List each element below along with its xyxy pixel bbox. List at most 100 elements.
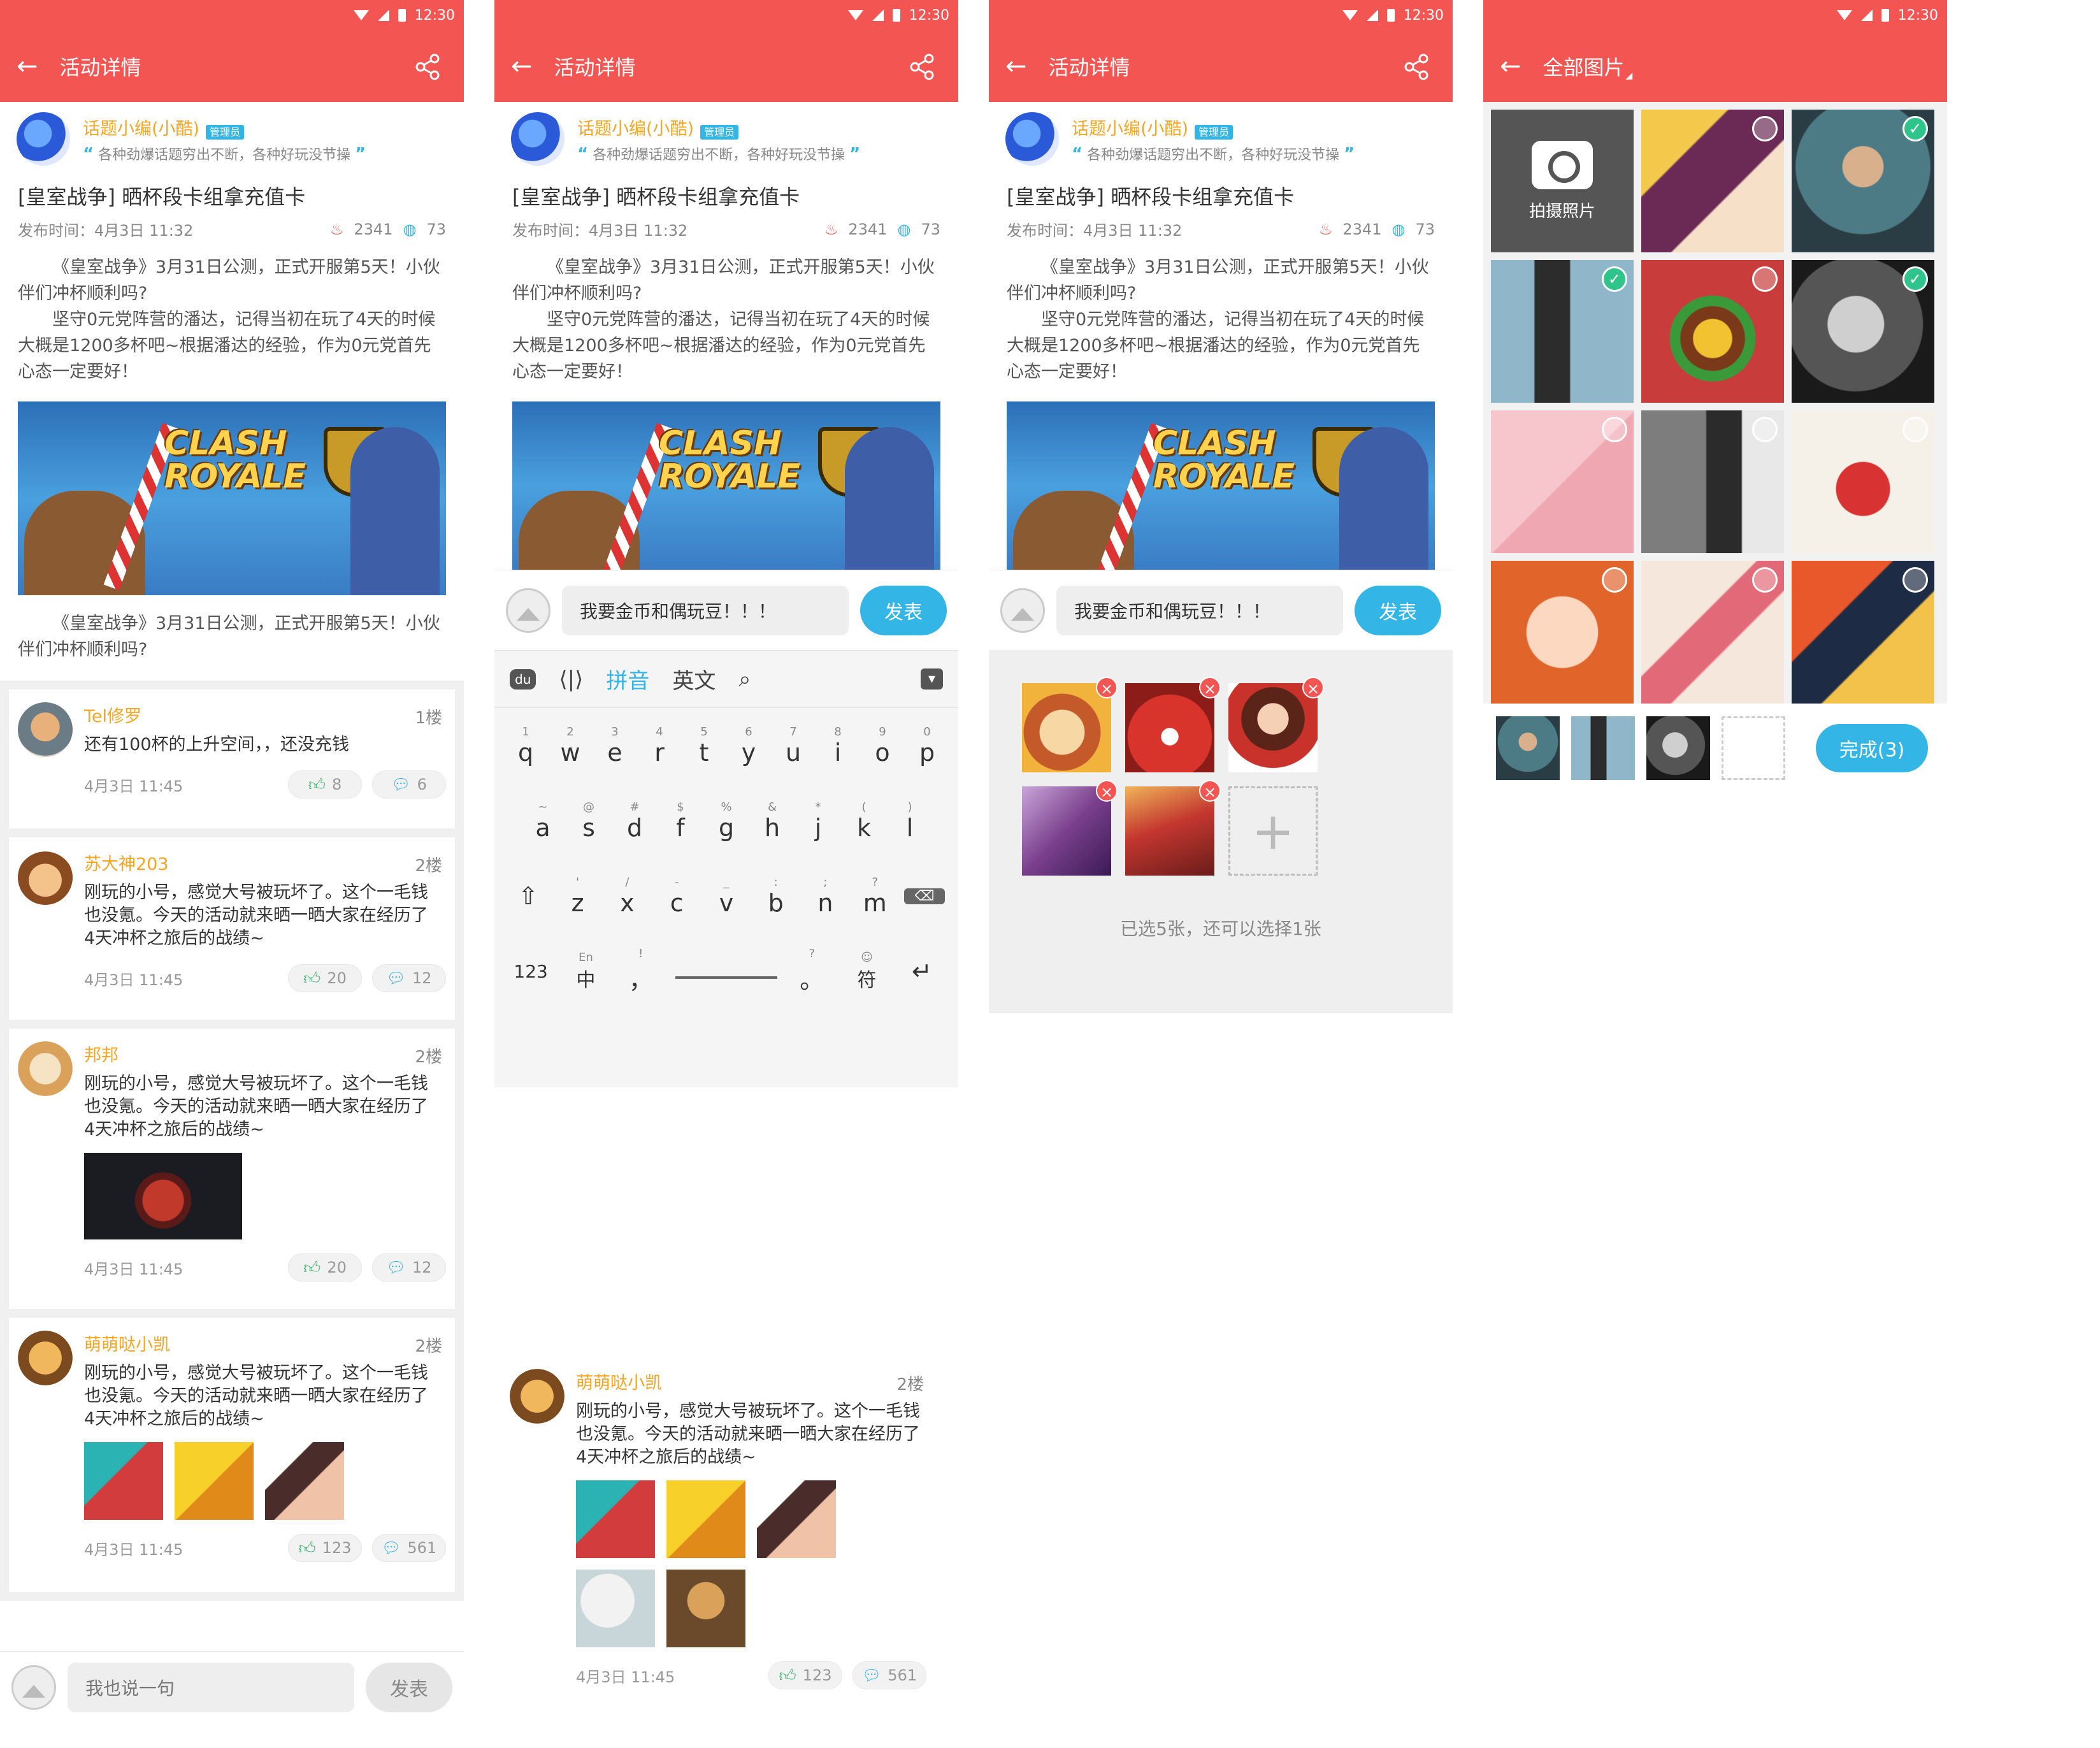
search-icon[interactable]: ⌕ — [738, 667, 751, 692]
comment-author[interactable]: 萌萌哒小凯 — [84, 1331, 446, 1355]
comment-image[interactable] — [175, 1442, 254, 1520]
select-checkbox[interactable] — [1752, 116, 1778, 141]
ime-logo-icon[interactable]: du — [510, 668, 536, 690]
insert-image-icon[interactable] — [506, 588, 550, 633]
attached-image[interactable]: × — [1228, 677, 1324, 772]
comment-image[interactable] — [757, 1480, 836, 1558]
reply-button[interactable]: 💬︎ 561 — [852, 1661, 926, 1689]
back-arrow-icon[interactable]: ← — [511, 54, 533, 79]
gallery-image[interactable]: ✓ — [1792, 260, 1934, 403]
remove-image-icon[interactable]: × — [1096, 780, 1118, 802]
reply-button[interactable]: 💬︎ 12 — [372, 964, 446, 992]
gallery-image[interactable] — [1641, 110, 1784, 252]
language-key[interactable]: En 中 — [565, 951, 606, 992]
back-arrow-icon[interactable]: ← — [1500, 54, 1521, 79]
key-s[interactable]: @ s — [568, 800, 609, 842]
author-avatar[interactable] — [511, 112, 565, 166]
key-i[interactable]: 8i — [817, 725, 858, 767]
select-checkbox-checked[interactable]: ✓ — [1902, 266, 1928, 292]
key-x[interactable]: / x — [607, 876, 647, 917]
gallery-image[interactable] — [1641, 260, 1784, 403]
key-a[interactable]: ~ a — [522, 800, 563, 842]
comment-image[interactable] — [576, 1570, 655, 1647]
tab-english[interactable]: 英文 — [672, 663, 716, 695]
gallery-image[interactable] — [1792, 410, 1934, 553]
comma-key[interactable]: !， — [621, 947, 661, 995]
key-u[interactable]: 7u — [773, 725, 814, 767]
comment-avatar[interactable] — [510, 1369, 565, 1424]
author-name[interactable]: 话题小编(小酷) — [83, 119, 199, 139]
key-z[interactable]: ' z — [557, 876, 598, 917]
like-button[interactable]: 👍︎ 8 — [288, 770, 362, 798]
enter-key[interactable]: ↵ — [902, 957, 942, 985]
like-button[interactable]: 👍︎ 123 — [288, 1534, 362, 1562]
selected-thumbnail[interactable] — [1496, 716, 1560, 780]
attached-image[interactable]: × — [1022, 677, 1118, 772]
period-key[interactable]: ?。 — [791, 947, 832, 995]
key-g[interactable]: % g — [706, 800, 747, 842]
reply-button[interactable]: 💬︎ 561 — [372, 1534, 446, 1562]
selected-thumbnail[interactable] — [1646, 716, 1710, 780]
take-photo-button[interactable]: 拍摄照片 — [1491, 110, 1634, 252]
done-button[interactable]: 完成(3) — [1816, 724, 1928, 772]
select-checkbox[interactable] — [1602, 567, 1627, 593]
key-k[interactable]: (k — [844, 800, 884, 842]
send-button[interactable]: 发表 — [366, 1662, 452, 1712]
comment-image[interactable] — [666, 1570, 745, 1647]
remove-image-icon[interactable]: × — [1302, 677, 1324, 698]
remove-image-icon[interactable]: × — [1096, 677, 1118, 698]
select-checkbox[interactable] — [1902, 417, 1928, 442]
cursor-move-icon[interactable]: ⟨|⟩ — [559, 667, 583, 692]
key-v[interactable]: _ v — [706, 876, 747, 917]
insert-image-icon[interactable] — [1000, 588, 1045, 633]
comment-avatar[interactable] — [18, 850, 73, 905]
add-image-button[interactable]: + — [1228, 786, 1318, 876]
author-avatar[interactable] — [17, 112, 70, 166]
key-c[interactable]: -c — [656, 876, 697, 917]
remove-image-icon[interactable]: × — [1199, 677, 1221, 698]
select-checkbox[interactable] — [1752, 417, 1778, 442]
post-banner-image[interactable]: CLASH ROYALE — [18, 401, 446, 595]
insert-image-icon[interactable] — [11, 1665, 56, 1710]
key-q[interactable]: 1q — [505, 725, 546, 767]
key-w[interactable]: 2w — [550, 725, 591, 767]
comment-author[interactable]: Tel修罗 — [84, 702, 446, 727]
share-icon[interactable] — [1403, 54, 1430, 80]
tab-pinyin[interactable]: 拼音 — [606, 663, 649, 695]
comment-author[interactable]: 苏大神203 — [84, 850, 446, 875]
key-o[interactable]: 9o — [862, 725, 903, 767]
symbol-key[interactable]: ☺ 符 — [847, 951, 888, 992]
album-dropdown[interactable]: 全部图片 — [1543, 52, 1625, 81]
reply-button[interactable]: 💬︎ 12 — [372, 1253, 446, 1282]
gallery-image[interactable]: ✓ — [1792, 110, 1934, 252]
key-b[interactable]: :b — [756, 876, 796, 917]
post-banner-image[interactable]: CLASH ROYALE — [512, 401, 940, 570]
key-d[interactable]: # d — [614, 800, 655, 842]
space-key[interactable] — [675, 964, 777, 979]
remove-image-icon[interactable]: × — [1199, 780, 1221, 802]
attached-image[interactable]: × — [1022, 780, 1118, 876]
share-icon[interactable] — [414, 54, 441, 80]
comment-input[interactable]: 我要金币和偶玩豆！！！ — [1056, 585, 1343, 635]
author-name[interactable]: 话题小编(小酷) — [577, 119, 694, 139]
gallery-image[interactable] — [1491, 561, 1634, 704]
gallery-image[interactable] — [1792, 561, 1934, 704]
key-h[interactable]: & h — [752, 800, 793, 842]
like-button[interactable]: 👍︎ 123 — [768, 1661, 842, 1689]
attached-image[interactable]: × — [1125, 780, 1221, 876]
key-e[interactable]: 3e — [594, 725, 635, 767]
key-t[interactable]: 5t — [684, 725, 724, 767]
shift-key[interactable]: ⇧ — [508, 882, 549, 910]
send-button[interactable]: 发表 — [1355, 585, 1441, 635]
key-r[interactable]: 4r — [639, 725, 680, 767]
number-key[interactable]: 123 — [510, 961, 551, 982]
select-checkbox[interactable] — [1602, 417, 1627, 442]
hide-keyboard-icon[interactable]: ▾ — [920, 668, 943, 690]
select-checkbox-checked[interactable]: ✓ — [1602, 266, 1627, 292]
like-button[interactable]: 👍︎ 20 — [288, 1253, 362, 1282]
comment-avatar[interactable] — [18, 1331, 73, 1385]
gallery-image[interactable] — [1641, 561, 1784, 704]
key-f[interactable]: $ f — [660, 800, 701, 842]
comment-image[interactable] — [666, 1480, 745, 1558]
back-arrow-icon[interactable]: ← — [17, 54, 38, 79]
